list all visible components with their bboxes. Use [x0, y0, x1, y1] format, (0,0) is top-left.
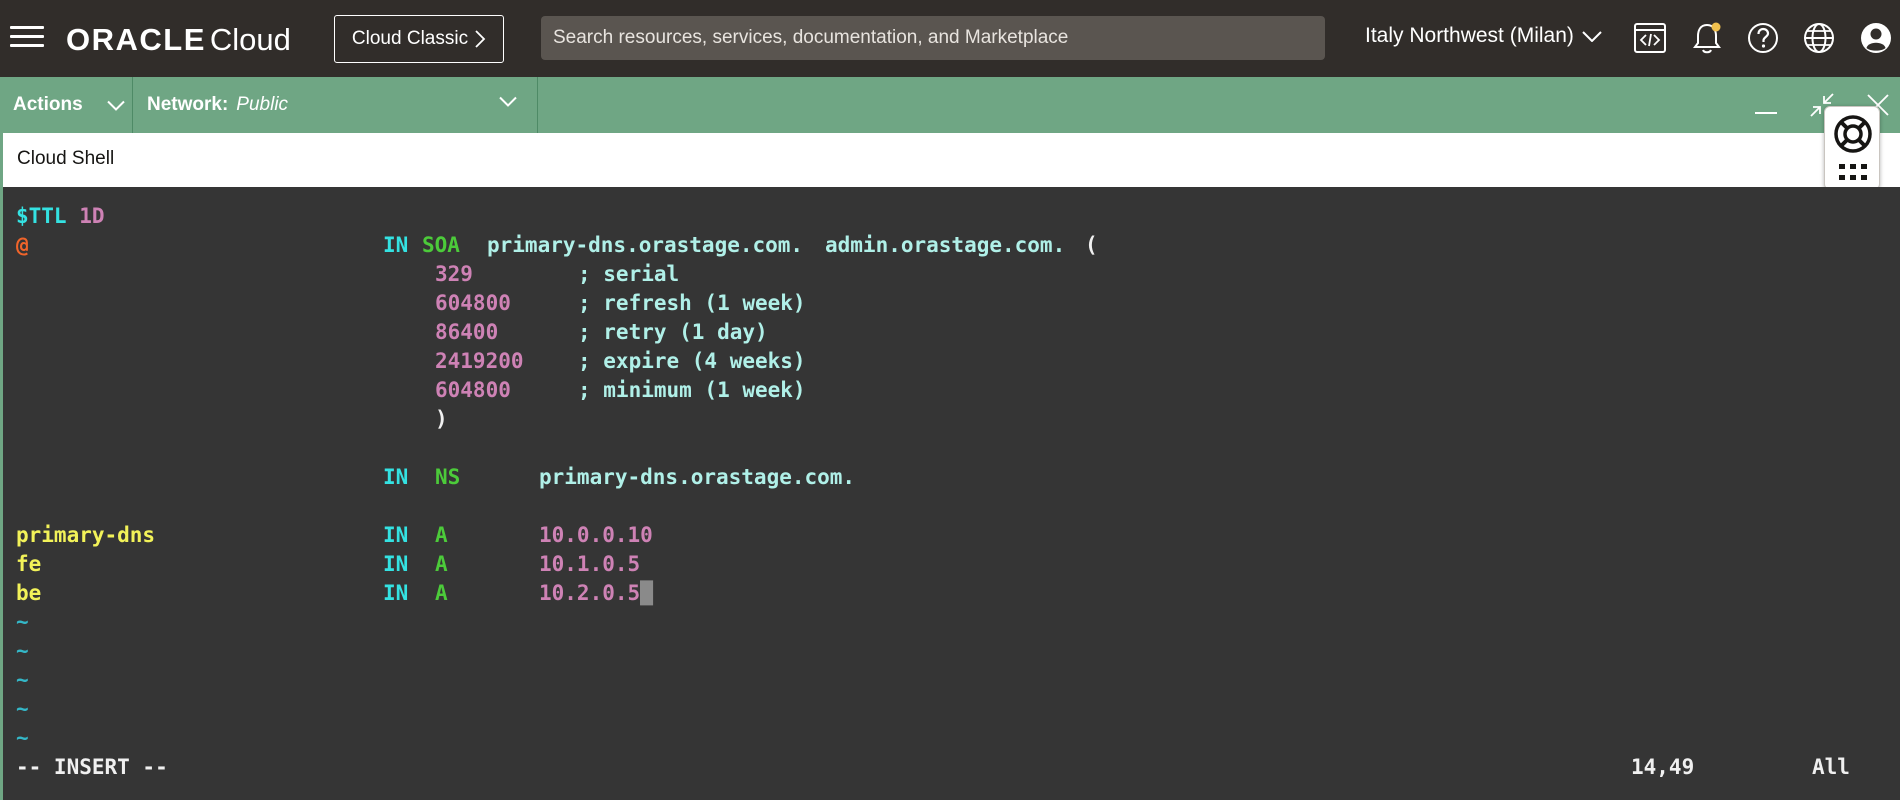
brand-oracle: ORACLE [66, 22, 206, 57]
user-avatar-icon[interactable] [1858, 20, 1894, 56]
network-label: Network: [147, 94, 229, 115]
ttl-value: 1D [79, 204, 105, 228]
ns-type: NS [435, 465, 461, 489]
bell-icon[interactable] [1689, 20, 1725, 56]
a-record-name: primary-dns [16, 523, 156, 547]
globe-icon[interactable] [1801, 20, 1837, 56]
search-bar[interactable] [541, 16, 1325, 60]
chevron-down-icon [1582, 31, 1602, 42]
soa-retry-comment: ; retry (1 day) [578, 320, 768, 344]
soa-close-paren: ) [435, 407, 448, 431]
ns-target: primary-dns.orastage.com. [539, 465, 856, 489]
chevron-down-icon [106, 100, 125, 111]
soa-owner: @ [16, 233, 29, 257]
soa-open-paren: ( [1085, 233, 1098, 257]
soa-minimum-value: 604800 [435, 378, 511, 402]
soa-serial-value: 329 [435, 262, 473, 286]
scroll-position: All [1812, 755, 1850, 779]
ttl-line: $TTL 1D [16, 202, 105, 231]
grid-dots-icon[interactable] [1838, 163, 1868, 183]
region-label: Italy Northwest (Milan) [1365, 24, 1574, 47]
a-record-type: A [435, 552, 448, 576]
cloud-classic-label: Cloud Classic [351, 28, 469, 49]
chevron-down-icon [499, 96, 517, 107]
tab-cloud-shell[interactable]: Cloud Shell [17, 148, 114, 170]
a-record-name: fe [16, 552, 42, 576]
soa-type: SOA [422, 233, 460, 257]
a-record-type: A [435, 581, 448, 605]
soa-serial-comment: ; serial [578, 262, 680, 286]
a-record-class: IN [383, 581, 409, 605]
search-input[interactable] [553, 27, 1325, 49]
a-record-address-text: 10.2.0.5 [539, 581, 641, 605]
empty-line-tilde: ~ [16, 697, 29, 721]
region-selector[interactable]: Italy Northwest (Milan) [1365, 24, 1602, 48]
notification-dot [1711, 22, 1721, 32]
network-value: Public [236, 94, 289, 115]
soa-refresh-value: 604800 [435, 291, 511, 315]
ttl-directive: $TTL [16, 204, 67, 228]
cursor-position: 14,49 [1631, 755, 1695, 779]
empty-line-tilde: ~ [16, 726, 29, 750]
top-navigation-bar: ORACLECloud Cloud Classic Italy Northwes… [0, 0, 1900, 77]
cloud-shell-tabstrip: Cloud Shell [0, 133, 1900, 187]
soa-class: IN [383, 233, 409, 257]
brand-cloud: Cloud [209, 22, 291, 57]
soa-expire-value: 2419200 [435, 349, 524, 373]
actions-menu-button[interactable]: Actions [0, 77, 133, 133]
ns-class: IN [383, 465, 409, 489]
cloud-classic-button[interactable]: Cloud Classic [334, 15, 504, 63]
text-cursor: █ [640, 581, 653, 605]
code-window-icon[interactable] [1632, 20, 1668, 56]
empty-line-tilde: ~ [16, 610, 29, 634]
soa-retry-value: 86400 [435, 320, 499, 344]
empty-line-tilde: ~ [16, 668, 29, 692]
a-record-type: A [435, 523, 448, 547]
question-circle-icon[interactable] [1745, 20, 1781, 56]
soa-refresh-comment: ; refresh (1 week) [578, 291, 806, 315]
terminal-vim-editor[interactable]: $TTL 1D @ IN SOA primary-dns.orastage.co… [0, 187, 1900, 800]
a-record-class: IN [383, 523, 409, 547]
lifebuoy-icon[interactable] [1832, 113, 1874, 155]
oracle-cloud-logo[interactable]: ORACLE Cloud [66, 22, 291, 57]
soa-expire-comment: ; expire (4 weeks) [578, 349, 806, 373]
network-selector[interactable]: Network: Public [133, 77, 538, 133]
a-record-class: IN [383, 552, 409, 576]
help-widget[interactable] [1824, 106, 1880, 190]
vim-mode-indicator: -- INSERT -- [16, 755, 168, 779]
a-record-address: 10.1.0.5 [539, 552, 641, 576]
minimize-icon[interactable] [1752, 91, 1780, 119]
cloud-shell-toolbar: Actions Network: Public [0, 77, 1900, 133]
soa-mname: primary-dns.orastage.com. [487, 233, 804, 257]
empty-line-tilde: ~ [16, 639, 29, 663]
soa-minimum-comment: ; minimum (1 week) [578, 378, 806, 402]
soa-rname: admin.orastage.com. [825, 233, 1066, 257]
actions-label: Actions [13, 94, 83, 115]
a-record-address: 10.0.0.10 [539, 523, 653, 547]
a-record-address: 10.2.0.5█ [539, 579, 653, 608]
a-record-name: be [16, 581, 42, 605]
chevron-right-icon [475, 30, 486, 48]
hamburger-menu-icon[interactable] [10, 26, 44, 50]
